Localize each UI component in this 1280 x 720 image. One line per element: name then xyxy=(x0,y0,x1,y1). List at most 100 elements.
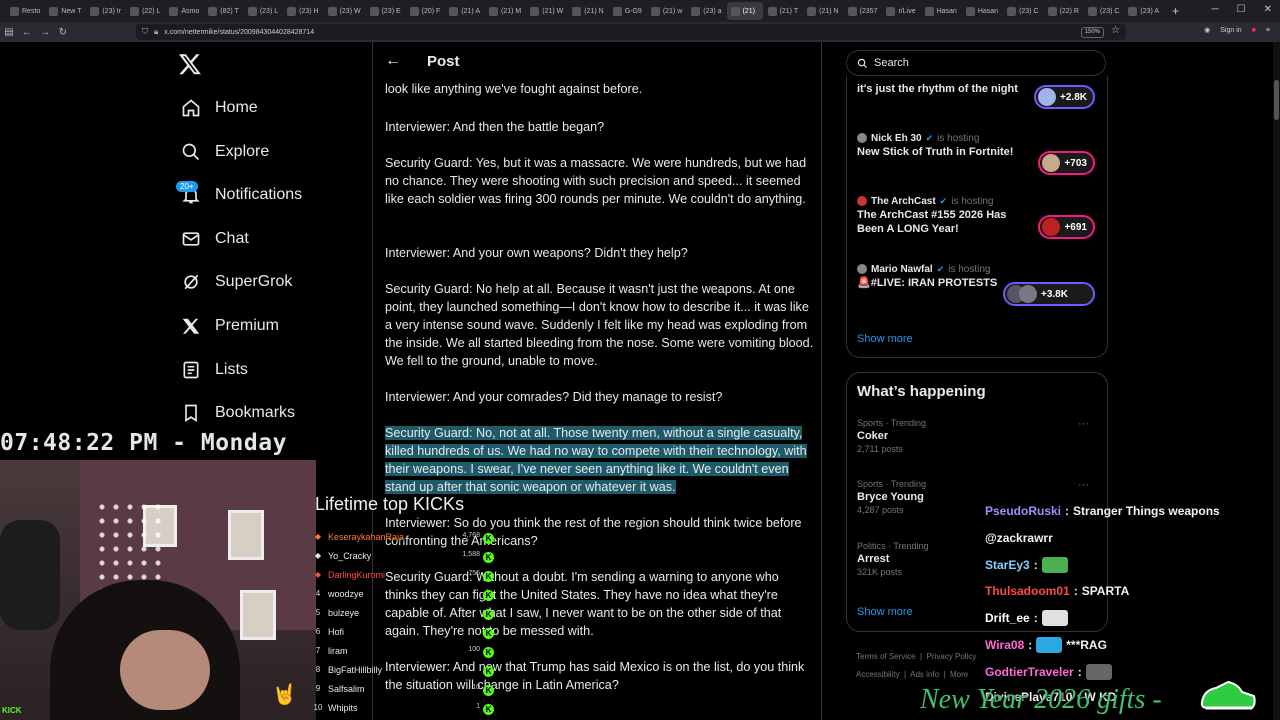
browser-tab[interactable]: Resto xyxy=(6,2,44,20)
footer-link[interactable]: Terms of Service xyxy=(856,652,916,661)
close-window-icon[interactable]: ✕ xyxy=(1264,4,1272,15)
browser-tab[interactable]: (21) W xyxy=(526,2,567,20)
kicks-username: liram xyxy=(328,646,348,656)
kicks-username: Yo_Cracky xyxy=(328,551,372,561)
nav-label: Premium xyxy=(215,317,280,334)
kicks-rank: ◆ xyxy=(314,551,322,560)
browser-tab[interactable]: (20) F xyxy=(406,2,445,20)
browser-tab[interactable]: r/Live xyxy=(882,2,919,20)
browser-tab[interactable]: (23) H xyxy=(283,2,322,20)
chat-username[interactable]: Wira08 xyxy=(985,638,1024,652)
browser-tab[interactable]: (23) C xyxy=(1084,2,1123,20)
nav-item-chat[interactable]: Chat xyxy=(180,224,249,254)
browser-tab[interactable]: (21) T xyxy=(764,2,803,20)
browser-tab[interactable]: G-G9 xyxy=(609,2,646,20)
footer-link[interactable]: Privacy Policy xyxy=(927,652,977,661)
kicks-username: bulzeye xyxy=(328,608,360,618)
browser-tab[interactable]: (23) Ir xyxy=(86,2,125,20)
show-more-link[interactable]: Show more xyxy=(857,333,913,345)
tab-favicon xyxy=(10,6,19,16)
tab-label: (23) W xyxy=(339,7,361,15)
footer-link[interactable]: More xyxy=(950,670,968,679)
live-listeners-pill[interactable]: +3.8K xyxy=(1003,282,1095,306)
bookmark-star-icon[interactable]: ☆ xyxy=(1111,25,1120,36)
footer-link[interactable]: Ads info xyxy=(910,670,939,679)
nav-item-lists[interactable]: Lists xyxy=(180,355,248,385)
chat-username[interactable]: PseudoRuski xyxy=(985,504,1061,518)
browser-tab[interactable]: (21) w xyxy=(647,2,686,20)
menu-icon[interactable]: ≡ xyxy=(1266,27,1270,34)
browser-tab[interactable]: (23) E xyxy=(366,2,405,20)
tab-favicon xyxy=(807,6,817,16)
nav-item-home[interactable]: Home xyxy=(180,93,258,123)
sign-in-link[interactable]: Sign in xyxy=(1220,27,1241,34)
live-listeners-pill[interactable]: +2.8K xyxy=(1034,85,1095,109)
minimize-icon[interactable]: ─ xyxy=(1212,4,1219,15)
footer-link[interactable]: Accessibility xyxy=(856,670,900,679)
search-box[interactable] xyxy=(846,50,1106,76)
chat-username[interactable]: StarEy3 xyxy=(985,558,1030,572)
nav-item-notifications[interactable]: 20+ Notifications xyxy=(176,180,302,210)
chat-username[interactable]: Thulsadoom01 xyxy=(985,584,1070,598)
browser-tab[interactable]: (23) C xyxy=(1003,2,1042,20)
browser-tab[interactable]: (82) T xyxy=(204,2,243,20)
nav-item-explore[interactable]: Explore xyxy=(180,137,269,167)
tab-label: (82) T xyxy=(220,7,239,15)
new-tab-button[interactable]: + xyxy=(1172,4,1179,18)
zoom-level[interactable]: 150% xyxy=(1080,27,1104,38)
nav-item-premium[interactable]: Premium xyxy=(180,311,279,341)
browser-tab[interactable]: (21) N xyxy=(568,2,607,20)
nav-item-bookmarks[interactable]: Bookmarks xyxy=(180,398,295,428)
browser-tab[interactable]: (23) L xyxy=(244,2,282,20)
browser-tab[interactable]: (21) N xyxy=(803,2,842,20)
chat-username[interactable]: GodtierTraveler xyxy=(985,665,1074,679)
show-more-link[interactable]: Show more xyxy=(857,606,913,618)
chat-separator: : xyxy=(1028,638,1033,652)
account-icon[interactable]: ◉ xyxy=(1204,26,1210,34)
back-arrow-icon[interactable]: ← xyxy=(385,52,401,70)
kicks-row: 6 Hofi K xyxy=(312,627,494,645)
scrollbar-thumb[interactable] xyxy=(1274,80,1279,120)
sneaker-icon xyxy=(1200,680,1256,710)
search-input[interactable] xyxy=(874,57,1094,69)
chat-username[interactable]: Drift_ee xyxy=(985,611,1030,625)
trend-item[interactable]: Sports · Trending Coker 2,711 posts ··· xyxy=(857,418,1097,454)
address-bar[interactable]: ⛉ 🔒︎ x.com/nettermike/status/20098430440… xyxy=(136,24,1126,40)
more-options-icon[interactable]: ··· xyxy=(1078,418,1089,430)
tab-favicon xyxy=(247,6,257,16)
browser-tab[interactable]: (22) R xyxy=(1044,2,1083,20)
x-logo-icon[interactable] xyxy=(178,52,202,76)
back-icon[interactable]: ← xyxy=(18,27,36,38)
browser-tab[interactable]: (21) A xyxy=(445,2,484,20)
nav-item-supergrok[interactable]: SuperGrok xyxy=(180,267,292,297)
mail-icon xyxy=(180,228,202,250)
extension-icon[interactable]: ■ xyxy=(1252,27,1256,34)
live-listeners-pill[interactable]: +691 xyxy=(1038,215,1095,239)
microphone xyxy=(0,520,60,630)
browser-tab[interactable]: (23) a xyxy=(687,2,725,20)
more-options-icon[interactable]: ··· xyxy=(1078,479,1089,491)
streamer-face xyxy=(120,630,210,710)
chat-text: @zackrawrr xyxy=(985,530,1053,545)
live-listeners-pill[interactable]: +703 xyxy=(1038,151,1095,175)
maximize-icon[interactable]: ☐ xyxy=(1237,4,1246,15)
chat-text: Stranger Things weapons xyxy=(1073,504,1220,518)
kicks-amount: 100 xyxy=(468,646,480,653)
browser-tab[interactable]: New T xyxy=(45,2,85,20)
browser-tab[interactable]: Hasan xyxy=(962,2,1002,20)
browser-tab[interactable]: (23) A xyxy=(1124,2,1163,20)
browser-tab[interactable]: Asmo xyxy=(165,2,203,20)
browser-tab[interactable]: (22) L xyxy=(126,2,164,20)
tab-label: (23) Ir xyxy=(102,7,122,15)
kicks-row: 9 Salfsalim 10 K xyxy=(312,684,494,702)
avatar xyxy=(857,133,867,143)
browser-tab[interactable]: (21) M xyxy=(485,2,525,20)
forward-icon[interactable]: → xyxy=(36,27,54,38)
browser-tab[interactable]: Hasan xyxy=(921,2,961,20)
sidebar-toggle-icon[interactable]: ▤ xyxy=(0,27,18,38)
browser-tab[interactable]: (21) xyxy=(726,2,763,20)
selected-text[interactable]: Security Guard: No, not at all. Those tw… xyxy=(385,426,807,494)
reload-icon[interactable]: ↻ xyxy=(54,27,72,38)
browser-tab[interactable]: (2357 xyxy=(844,2,882,20)
browser-tab[interactable]: (23) W xyxy=(324,2,365,20)
